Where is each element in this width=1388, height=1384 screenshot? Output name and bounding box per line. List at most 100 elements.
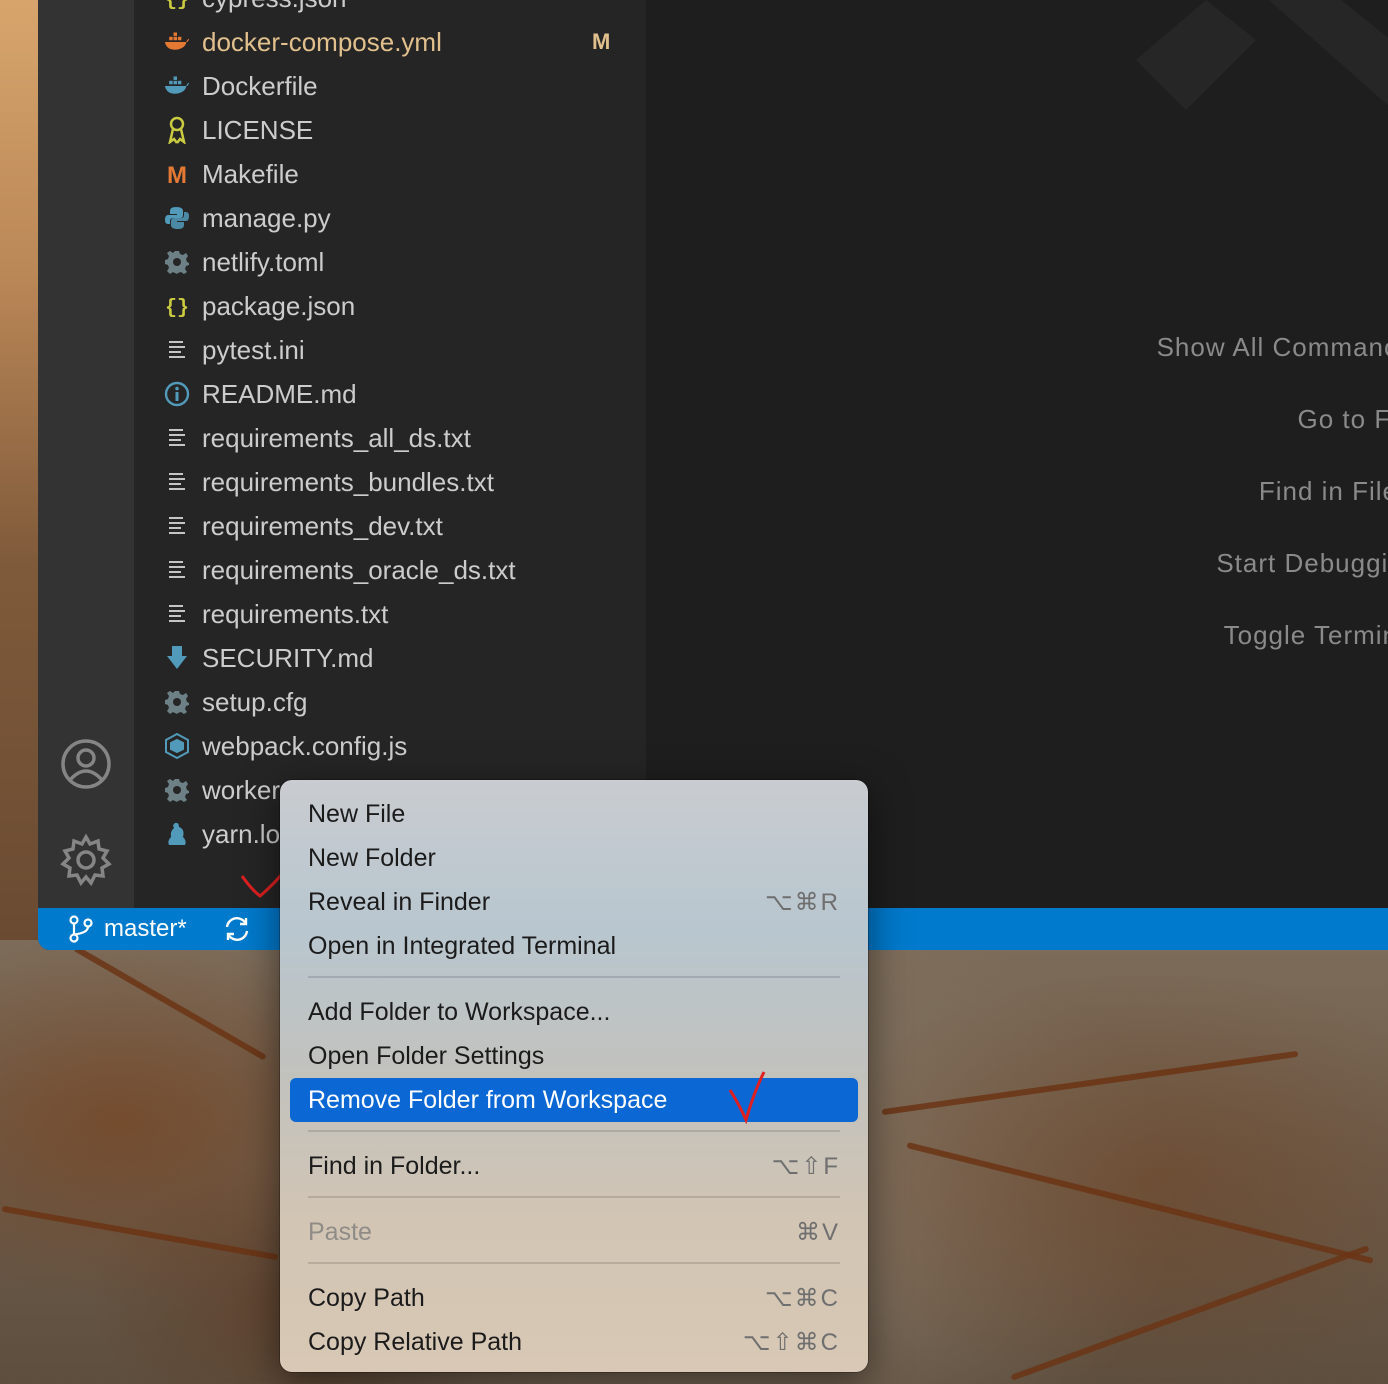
welcome-shortcut-label: Find in File: [1258, 476, 1388, 506]
sync-icon[interactable]: [222, 914, 252, 944]
text-lines-icon: [164, 337, 190, 363]
settings-gear-icon[interactable]: [58, 832, 114, 888]
wallpaper-twig: [881, 1050, 1299, 1116]
file-item[interactable]: {} cypress.json: [134, 0, 646, 20]
file-item[interactable]: SECURITY.md: [134, 636, 646, 680]
file-item[interactable]: requirements_dev.txt: [134, 504, 646, 548]
welcome-shortcut-label: Show All Commanc: [1156, 332, 1388, 362]
file-name: Dockerfile: [202, 70, 318, 101]
gear-icon: [164, 249, 190, 275]
text-lines-icon: [164, 513, 190, 539]
file-item[interactable]: webpack.config.js: [134, 724, 646, 768]
menu-separator: [308, 1262, 840, 1264]
account-icon[interactable]: [58, 736, 114, 792]
info-circle-icon: [164, 381, 190, 407]
activity-bar: [38, 0, 134, 908]
menu-item-copy-path[interactable]: Copy Path ⌥⌘C: [290, 1276, 858, 1320]
file-item[interactable]: Dockerfile: [134, 64, 646, 108]
yarn-cat-icon: [164, 821, 190, 847]
json-braces-icon: {}: [164, 0, 190, 11]
file-item[interactable]: requirements_oracle_ds.txt: [134, 548, 646, 592]
file-item[interactable]: netlify.toml: [134, 240, 646, 284]
wallpaper-twig: [1010, 1245, 1370, 1381]
makefile-m-icon: M: [164, 161, 190, 187]
menu-item-add-folder-to-workspace[interactable]: Add Folder to Workspace...: [290, 990, 858, 1034]
menu-item-find-in-folder[interactable]: Find in Folder... ⌥⇧F: [290, 1144, 858, 1188]
file-item[interactable]: pytest.ini: [134, 328, 646, 372]
wallpaper-twig: [73, 945, 267, 1061]
explorer-sidebar: {} cypress.json docker-compose.yml M Dockerf…: [134, 0, 742, 908]
wallpaper-twig: [1, 1205, 279, 1261]
branch-name: master*: [104, 915, 187, 942]
file-name: yarn.lo: [202, 818, 281, 849]
file-item[interactable]: requirements.txt: [134, 592, 646, 636]
explorer-context-menu: New File New Folder Reveal in Finder ⌥⌘R Ope…: [280, 780, 868, 1372]
welcome-shortcut-label: Start Debuggir: [1216, 548, 1388, 578]
docker-whale-icon: [164, 29, 190, 55]
file-name: LICENSE: [202, 114, 314, 145]
text-lines-icon: [164, 469, 190, 495]
menu-item-label: New File: [308, 800, 406, 828]
menu-item-copy-relative-path[interactable]: Copy Relative Path ⌥⇧⌘C: [290, 1320, 858, 1364]
gear-icon: [164, 689, 190, 715]
gear-icon: [164, 777, 190, 803]
svg-text:M: M: [167, 162, 187, 186]
menu-item-label: Paste: [308, 1218, 372, 1246]
file-item[interactable]: requirements_all_ds.txt: [134, 416, 646, 460]
menu-item-label: Add Folder to Workspace...: [308, 998, 611, 1026]
menu-separator: [308, 976, 840, 978]
menu-item-reveal-in-finder[interactable]: Reveal in Finder ⌥⌘R: [290, 880, 858, 924]
text-lines-icon: [164, 425, 190, 451]
editor-area: Show All Commanc Go to Fi Find in File Star…: [646, 0, 1388, 908]
docker-whale-icon: [164, 73, 190, 99]
menu-item-label: Open Folder Settings: [308, 1042, 545, 1070]
file-name: setup.cfg: [202, 686, 308, 717]
menu-item-new-folder[interactable]: New Folder: [290, 836, 858, 880]
file-item[interactable]: {} package.json: [134, 284, 646, 328]
file-name: pytest.ini: [202, 334, 305, 365]
file-item[interactable]: docker-compose.yml M: [134, 20, 646, 64]
git-branch-indicator[interactable]: master*: [68, 908, 187, 950]
file-item[interactable]: manage.py: [134, 196, 646, 240]
menu-item-label: New Folder: [308, 844, 436, 872]
file-name: docker-compose.yml: [202, 26, 442, 57]
wallpaper-twig: [906, 1142, 1374, 1264]
file-name: cypress.json: [202, 0, 347, 14]
file-name: requirements.txt: [202, 598, 389, 629]
menu-item-shortcut: ⌥⇧F: [771, 1153, 840, 1180]
menu-item-new-file[interactable]: New File: [290, 792, 858, 836]
svg-text:{}: {}: [165, 297, 189, 319]
file-item[interactable]: README.md: [134, 372, 646, 416]
file-item[interactable]: M Makefile: [134, 152, 646, 196]
file-name: Makefile: [202, 158, 299, 189]
file-item[interactable]: setup.cfg: [134, 680, 646, 724]
file-name: requirements_all_ds.txt: [202, 422, 471, 453]
file-item[interactable]: requirements_bundles.txt: [134, 460, 646, 504]
welcome-shortcut-label: Go to Fi: [1297, 404, 1388, 434]
menu-item-label: Find in Folder...: [308, 1152, 481, 1180]
menu-item-shortcut: ⌥⌘C: [765, 1285, 840, 1312]
menu-item-shortcut: ⌥⇧⌘C: [742, 1329, 840, 1356]
file-name: requirements_bundles.txt: [202, 466, 494, 497]
file-name: webpack.config.js: [202, 730, 408, 761]
python-icon: [164, 205, 190, 231]
file-name: package.json: [202, 290, 356, 321]
file-name: SECURITY.md: [202, 642, 374, 673]
git-branch-icon: [69, 915, 93, 943]
license-ribbon-icon: [164, 116, 190, 144]
menu-item-open-in-integrated-terminal[interactable]: Open in Integrated Terminal: [290, 924, 858, 968]
menu-item-label: Remove Folder from Workspace: [308, 1086, 668, 1114]
download-arrow-icon: [164, 645, 190, 671]
text-lines-icon: [164, 557, 190, 583]
vscode-watermark-logo: [1136, 0, 1388, 110]
file-name: requirements_oracle_ds.txt: [202, 554, 516, 585]
menu-item-label: Open in Integrated Terminal: [308, 932, 617, 960]
file-item[interactable]: LICENSE: [134, 108, 646, 152]
svg-text:{}: {}: [165, 0, 189, 11]
text-lines-icon: [164, 601, 190, 627]
file-name: manage.py: [202, 202, 331, 233]
welcome-shortcut-label: Toggle Termin: [1223, 620, 1388, 650]
menu-item-shortcut: ⌘V: [795, 1219, 840, 1246]
file-name: README.md: [202, 378, 357, 409]
file-name: netlify.toml: [202, 246, 325, 277]
